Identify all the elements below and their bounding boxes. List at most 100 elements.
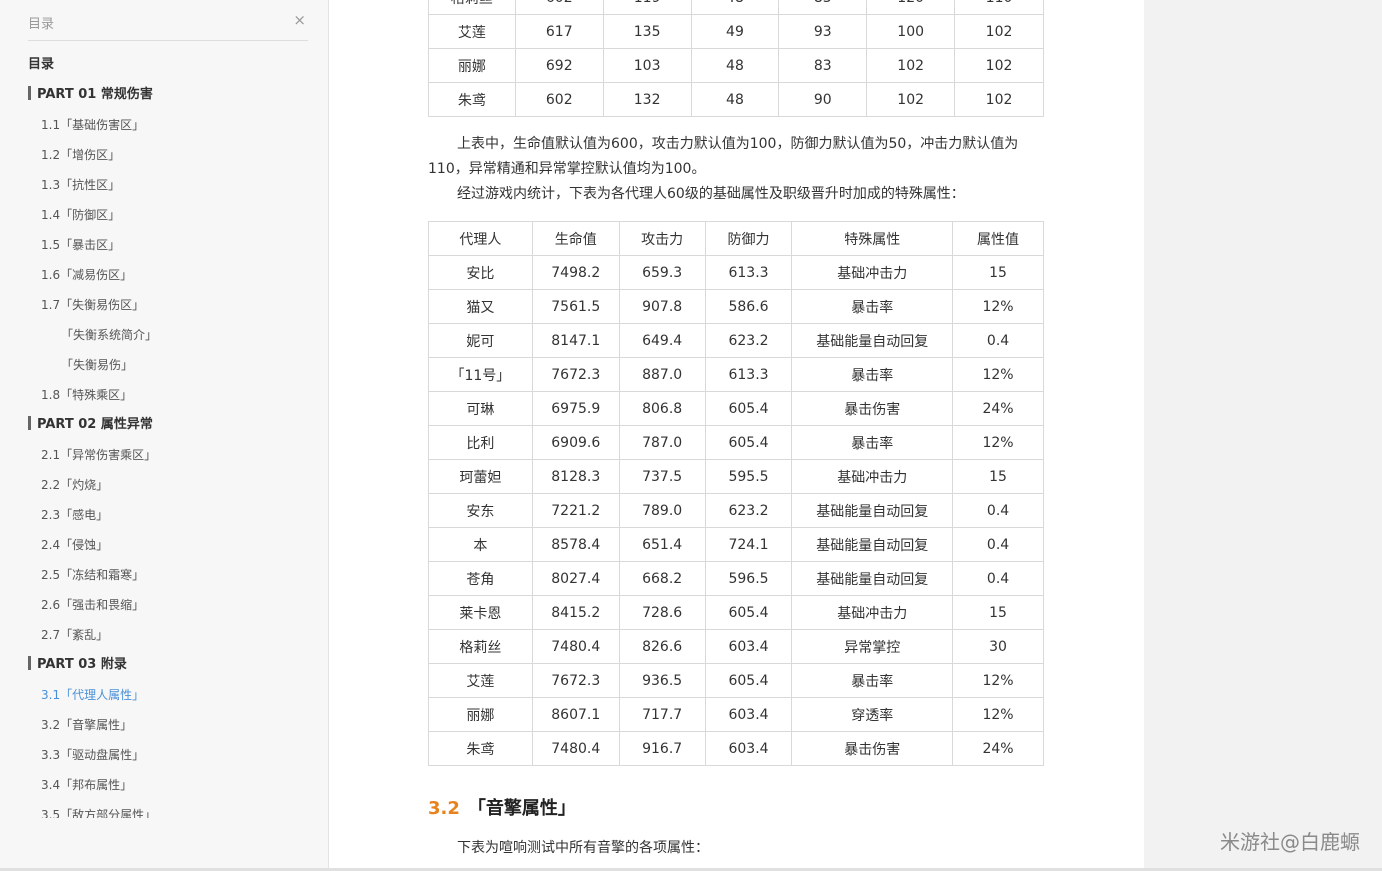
- table-header-cell: 生命值: [531, 221, 620, 256]
- table-cell: 暴击率: [791, 663, 954, 698]
- toc-item[interactable]: 2.5「冻结和霜寒」: [28, 560, 318, 590]
- table-cell: 比利: [428, 425, 533, 460]
- toc-item[interactable]: PART 02 属性异常: [28, 410, 318, 440]
- table-cell: 8415.2: [531, 595, 620, 630]
- table-cell: 12%: [952, 697, 1044, 732]
- table-row: 艾莲 617 135 49 93 100 102: [428, 14, 1044, 49]
- table-cell: 132: [602, 82, 692, 117]
- article-content: 格莉丝6021194883120110艾莲6171354993100102 丽娜 6…: [329, 0, 1144, 868]
- table-cell: 48: [690, 48, 780, 83]
- table-cell: 基础能量自动回复: [791, 323, 954, 358]
- agent-level60-stats-table: 代理人 生命值 攻击力 防御力 特殊属性 属性值 安比 7498.2 659.3 613.3 基础…: [428, 221, 1044, 766]
- table-cell: 8578.4: [531, 527, 620, 562]
- table-cell: 916.7: [618, 731, 706, 766]
- table-cell: 603.4: [704, 629, 793, 664]
- toc-item[interactable]: 1.7「失衡易伤区」: [28, 290, 318, 320]
- toc-item[interactable]: 3.1「代理人属性」: [28, 680, 318, 710]
- table-cell: 莱卡恩: [428, 595, 533, 630]
- table-row: 安比 7498.2 659.3 613.3 基础冲击力 15: [428, 255, 1044, 290]
- table-cell: 基础能量自动回复: [791, 527, 954, 562]
- toc-item[interactable]: 1.2「增伤区」: [28, 140, 318, 170]
- table-cell: 8147.1: [531, 323, 620, 358]
- table-cell: 613.3: [704, 357, 793, 392]
- table-row: 妮可 8147.1 649.4 623.2 基础能量自动回复 0.4: [428, 323, 1044, 358]
- table-cell: 737.5: [618, 459, 706, 494]
- toc-item[interactable]: 1.3「抗性区」: [28, 170, 318, 200]
- table-row: 格莉丝6021194883120110: [428, 0, 1044, 15]
- table-cell: 826.6: [618, 629, 706, 664]
- table-cell: 603.4: [704, 697, 793, 732]
- close-icon[interactable]: ×: [293, 11, 306, 29]
- toc-item[interactable]: 「失衡易伤」: [28, 350, 318, 380]
- table-header-cell: 属性值: [952, 221, 1044, 256]
- toc-item[interactable]: 1.5「暴击区」: [28, 230, 318, 260]
- table-cell: 102: [866, 48, 956, 83]
- watermark: 米游社@白鹿螈: [1220, 830, 1360, 854]
- table-cell: 659.3: [618, 255, 706, 290]
- table-cell: 7561.5: [531, 289, 620, 324]
- table-cell: 605.4: [704, 425, 793, 460]
- table-cell: 806.8: [618, 391, 706, 426]
- table-cell: 717.7: [618, 697, 706, 732]
- toc-item[interactable]: 3.2「音擎属性」: [28, 710, 318, 740]
- toc-item[interactable]: 目录: [28, 50, 318, 80]
- table-cell: 本: [428, 527, 533, 562]
- table-cell: 93: [778, 14, 868, 49]
- toc-header-title: 目录: [28, 17, 55, 32]
- table-cell: 猫又: [428, 289, 533, 324]
- toc-item[interactable]: 2.2「灼烧」: [28, 470, 318, 500]
- table-cell: 6975.9: [531, 391, 620, 426]
- toc-item[interactable]: PART 03 附录: [28, 650, 318, 680]
- toc-item[interactable]: PART 01 常规伤害: [28, 80, 318, 110]
- table-row: 丽娜 8607.1 717.7 603.4 穿透率 12%: [428, 697, 1044, 732]
- table-cell: 603.4: [704, 731, 793, 766]
- table-header-row: 代理人 生命值 攻击力 防御力 特殊属性 属性值: [428, 221, 1044, 256]
- toc-item[interactable]: 2.6「强击和畏缩」: [28, 590, 318, 620]
- toc-item[interactable]: 1.4「防御区」: [28, 200, 318, 230]
- right-margin: [1144, 0, 1382, 871]
- section-number: 3.2: [428, 798, 460, 819]
- toc-item[interactable]: 1.6「减易伤区」: [28, 260, 318, 290]
- toc-item[interactable]: 2.4「侵蚀」: [28, 530, 318, 560]
- table-cell: 12%: [952, 663, 1044, 698]
- table-cell: 艾莲: [428, 14, 516, 49]
- section-title: 「音擎属性」: [467, 798, 576, 819]
- toc-item[interactable]: 2.3「感电」: [28, 500, 318, 530]
- table-row: 比利 6909.6 787.0 605.4 暴击率 12%: [428, 425, 1044, 460]
- table-cell: 格莉丝: [428, 629, 533, 664]
- table-header-cell: 攻击力: [618, 221, 706, 256]
- toc-item[interactable]: 3.4「邦布属性」: [28, 770, 318, 800]
- toc-item[interactable]: 3.5「敌方部分属性」: [28, 800, 318, 818]
- table-cell: 100: [866, 14, 956, 49]
- table-cell: 8027.4: [531, 561, 620, 596]
- table-row: 朱鸢 602 132 48 90 102 102: [428, 82, 1044, 117]
- table-cell: 110: [954, 0, 1044, 15]
- table-cell: 暴击伤害: [791, 391, 954, 426]
- table-cell: 596.5: [704, 561, 793, 596]
- table-cell: 15: [952, 595, 1044, 630]
- table-cell: 602: [514, 0, 604, 15]
- table-cell: 苍角: [428, 561, 533, 596]
- paragraph-engine-intro: 下表为喧响测试中所有音擎的各项属性：: [457, 840, 709, 856]
- table-cell: 623.2: [704, 323, 793, 358]
- toc-item[interactable]: 1.1「基础伤害区」: [28, 110, 318, 140]
- toc-item[interactable]: 1.8「特殊乘区」: [28, 380, 318, 410]
- table-cell: 0.4: [952, 561, 1044, 596]
- table-header-cell: 代理人: [428, 221, 533, 256]
- table-cell: 朱鸢: [428, 731, 533, 766]
- article-body: 格莉丝6021194883120110艾莲6171354993100102 丽娜 6…: [428, 0, 1044, 861]
- toc-sidebar: 目录 × 目录 PART 01 常规伤害 1.1「基础伤害区」 1.2「增伤区」 1.3…: [0, 0, 329, 871]
- toc-item[interactable]: 2.7「紊乱」: [28, 620, 318, 650]
- toc-item[interactable]: 「失衡系统简介」: [28, 320, 318, 350]
- table-cell: 83: [778, 0, 868, 15]
- table-cell: 丽娜: [428, 697, 533, 732]
- table-cell: 83: [778, 48, 868, 83]
- toc-item[interactable]: 3.3「驱动盘属性」: [28, 740, 318, 770]
- table-cell: 珂蕾妲: [428, 459, 533, 494]
- toc-item[interactable]: 2.1「异常伤害乘区」: [28, 440, 318, 470]
- table-cell: 基础冲击力: [791, 595, 954, 630]
- paragraph-defaults: 上表中，生命值默认值为600，攻击力默认值为100，防御力默认值为50，冲击力默…: [428, 136, 1019, 177]
- table-cell: 0.4: [952, 493, 1044, 528]
- table-cell: 艾莲: [428, 663, 533, 698]
- table-cell: 24%: [952, 391, 1044, 426]
